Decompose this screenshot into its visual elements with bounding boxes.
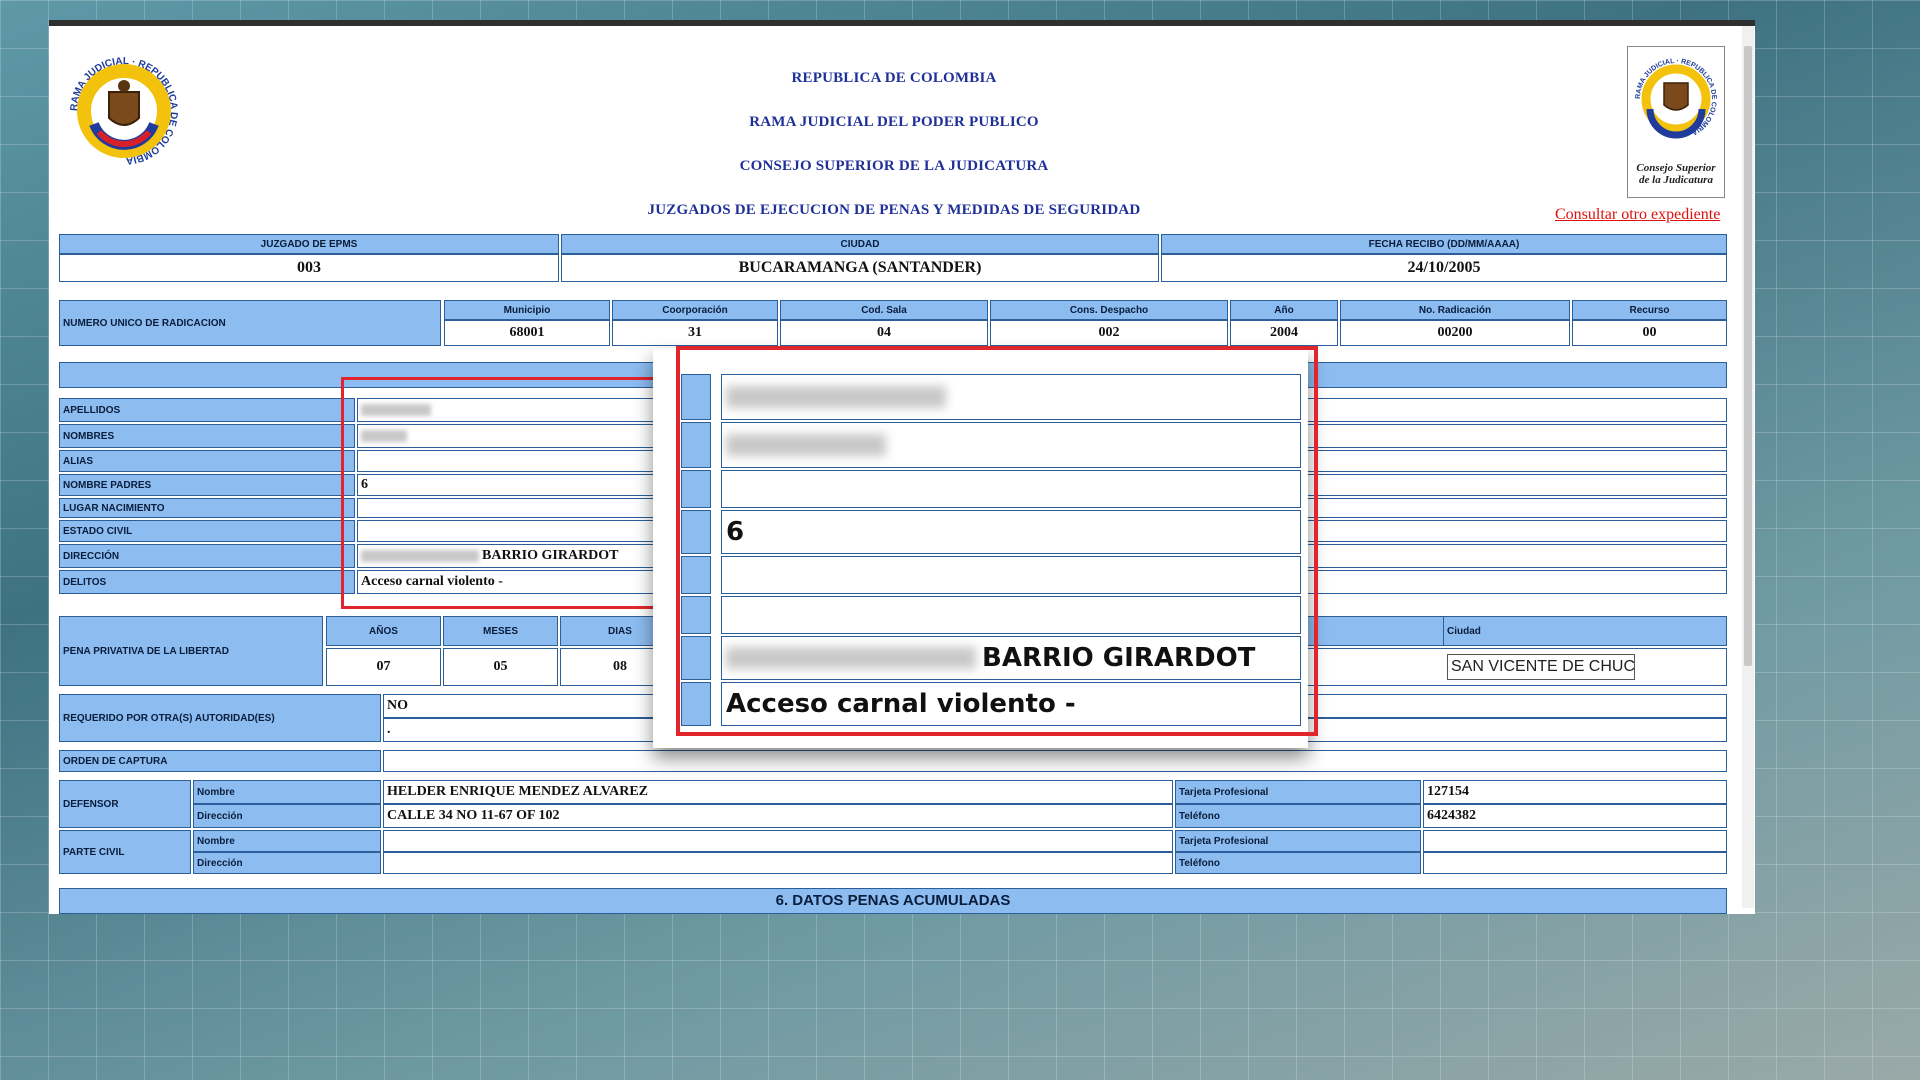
lugar-nacimiento-label: LUGAR NACIMIENTO	[59, 498, 355, 518]
orden-captura-value	[383, 750, 1727, 772]
defensor-label: DEFENSOR	[59, 780, 191, 828]
no-radicacion-value: 00200	[1340, 320, 1570, 346]
sala-value: 04	[780, 320, 988, 346]
municipio-value: 68001	[444, 320, 610, 346]
recurso-value: 00	[1572, 320, 1727, 346]
vertical-scrollbar[interactable]	[1742, 26, 1754, 908]
sala-label: Cod. Sala	[780, 300, 988, 320]
direccion-label: DIRECCIÓN	[59, 544, 355, 568]
requerido-label: REQUERIDO POR OTRA(S) AUTORIDAD(ES)	[59, 694, 381, 742]
corporacion-label: Coorporación	[612, 300, 778, 320]
pena-ciudad-input[interactable]: SAN VICENTE DE CHUCUF	[1447, 654, 1635, 680]
corporacion-value: 31	[612, 320, 778, 346]
defensor-nombre-label: Nombre	[193, 780, 381, 804]
ciudad-value: BUCARAMANGA (SANTANDER)	[561, 254, 1159, 282]
pena-ciudad-label: Ciudad	[1443, 616, 1727, 646]
juzgado-value: 003	[59, 254, 559, 282]
highlight-box-large	[676, 346, 1318, 736]
header-line-1: REPUBLICA DE COLOMBIA	[791, 70, 997, 86]
despacho-label: Cons. Despacho	[990, 300, 1228, 320]
recurso-label: Recurso	[1572, 300, 1727, 320]
meses-label: MESES	[443, 616, 558, 646]
fecha-label: FECHA RECIBO (DD/MM/AAAA)	[1161, 234, 1727, 254]
page-header: RAMA JUDICIAL · REPUBLICA DE COLOMBIA RE…	[49, 26, 1755, 226]
consult-other-link[interactable]: Consultar otro expediente	[1555, 206, 1720, 224]
defensor-direccion-value: CALLE 34 NO 11-67 OF 102	[383, 804, 1173, 828]
parte-civil-telefono-value	[1423, 852, 1727, 874]
municipio-label: Municipio	[444, 300, 610, 320]
section-6-title: 6. DATOS PENAS ACUMULADAS	[59, 888, 1727, 914]
scrollbar-thumb[interactable]	[1744, 46, 1752, 666]
logo-right-caption-2: de la Judicatura	[1639, 174, 1713, 186]
fecha-value: 24/10/2005	[1161, 254, 1727, 282]
apellidos-label: APELLIDOS	[59, 398, 355, 422]
parte-civil-nombre-value	[383, 830, 1173, 852]
defensor-nombre-value: HELDER ENRIQUE MENDEZ ALVAREZ	[383, 780, 1173, 804]
estado-civil-label: ESTADO CIVIL	[59, 520, 355, 542]
defensor-tarjeta-value: 127154	[1423, 780, 1727, 804]
despacho-value: 002	[990, 320, 1228, 346]
radicacion-label: NUMERO UNICO DE RADICACION	[59, 300, 441, 346]
nombre-padres-label: NOMBRE PADRES	[59, 474, 355, 496]
ciudad-label: CIUDAD	[561, 234, 1159, 254]
meses-value: 05	[443, 648, 558, 686]
pena-label: PENA PRIVATIVA DE LA LIBERTAD	[59, 616, 323, 686]
delitos-label: DELITOS	[59, 570, 355, 594]
header-line-2: RAMA JUDICIAL DEL PODER PUBLICO	[749, 114, 1039, 130]
parte-civil-direccion-value	[383, 852, 1173, 874]
header-line-3: CONSEJO SUPERIOR DE LA JUDICATURA	[739, 158, 1049, 174]
header-line-4: JUZGADOS DE EJECUCION DE PENAS Y MEDIDAS…	[647, 202, 1141, 218]
anios-label: AÑOS	[326, 616, 441, 646]
consejo-seal-icon: RAMA JUDICIAL · REPUBLICA DE COLOMBIA	[1635, 58, 1717, 139]
defensor-tarjeta-label: Tarjeta Profesional	[1175, 780, 1421, 804]
anios-value: 07	[326, 648, 441, 686]
parte-civil-nombre-label: Nombre	[193, 830, 381, 852]
alias-label: ALIAS	[59, 450, 355, 472]
nombres-label: NOMBRES	[59, 424, 355, 448]
parte-civil-label: PARTE CIVIL	[59, 830, 191, 874]
orden-captura-label: ORDEN DE CAPTURA	[59, 750, 381, 772]
defensor-direccion-label: Dirección	[193, 804, 381, 828]
juzgado-label: JUZGADO DE EPMS	[59, 234, 559, 254]
parte-civil-direccion-label: Dirección	[193, 852, 381, 874]
no-radicacion-label: No. Radicación	[1340, 300, 1570, 320]
anio-value: 2004	[1230, 320, 1338, 346]
parte-civil-tarjeta-label: Tarjeta Profesional	[1175, 830, 1421, 852]
highlight-box-small	[341, 377, 659, 609]
anio-label: Año	[1230, 300, 1338, 320]
consejo-superior-logo: RAMA JUDICIAL · REPUBLICA DE COLOMBIA Co…	[1627, 46, 1725, 198]
defensor-telefono-value: 6424382	[1423, 804, 1727, 828]
logo-right-caption-1: Consejo Superior	[1636, 162, 1716, 174]
parte-civil-telefono-label: Teléfono	[1175, 852, 1421, 874]
defensor-telefono-label: Teléfono	[1175, 804, 1421, 828]
parte-civil-tarjeta-value	[1423, 830, 1727, 852]
